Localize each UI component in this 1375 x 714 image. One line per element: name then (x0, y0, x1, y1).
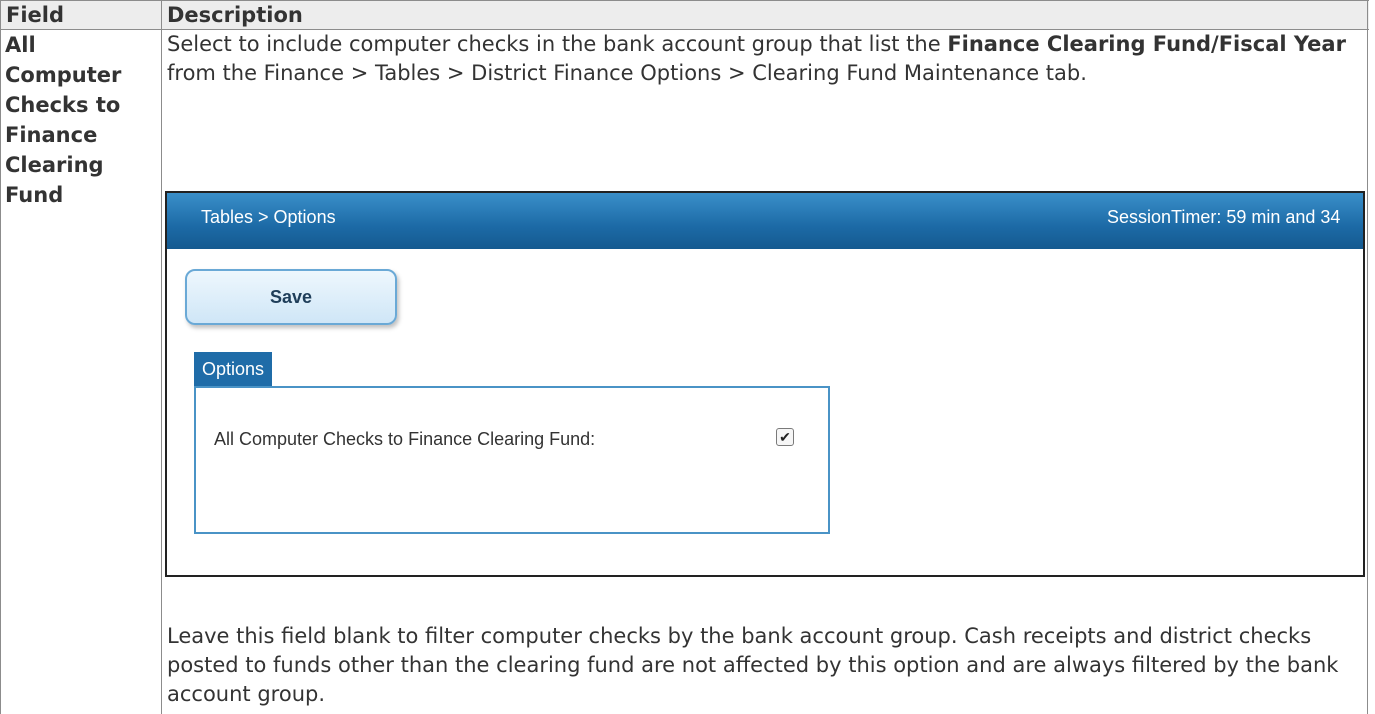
embedded-screenshot: Tables > Options SessionTimer: 59 min an… (165, 191, 1365, 577)
breadcrumb[interactable]: Tables > Options (201, 207, 336, 228)
column-header-field: Field (6, 3, 65, 27)
all-computer-checks-checkbox[interactable]: ✔ (776, 428, 794, 446)
checkmark-icon: ✔ (779, 429, 791, 445)
description-note: Leave this field blank to filter compute… (167, 624, 1339, 706)
options-panel: All Computer Checks to Finance Clearing … (194, 386, 830, 534)
column-divider (161, 1, 162, 714)
option-label: All Computer Checks to Finance Clearing … (214, 429, 596, 449)
description-intro-bold: Finance Clearing Fund/Fiscal Year (947, 32, 1346, 56)
table-right-border (1367, 1, 1368, 714)
session-timer: SessionTimer: 59 min and 34 (1107, 207, 1341, 227)
field-name-cell: All Computer Checks to Finance Clearing … (5, 33, 122, 207)
save-button[interactable]: Save (185, 269, 397, 325)
description-intro: Select to include computer checks in the… (167, 30, 1357, 88)
column-header-description: Description (167, 3, 303, 27)
description-intro-text-2: from the Finance > Tables > District Fin… (167, 61, 1087, 85)
tab-options[interactable]: Options (194, 352, 273, 386)
description-intro-text-1: Select to include computer checks in the… (167, 32, 948, 56)
screenshot-title-bar: Tables > Options SessionTimer: 59 min an… (167, 193, 1363, 249)
field-description-table: Field Description All Computer Checks to… (0, 0, 1369, 714)
